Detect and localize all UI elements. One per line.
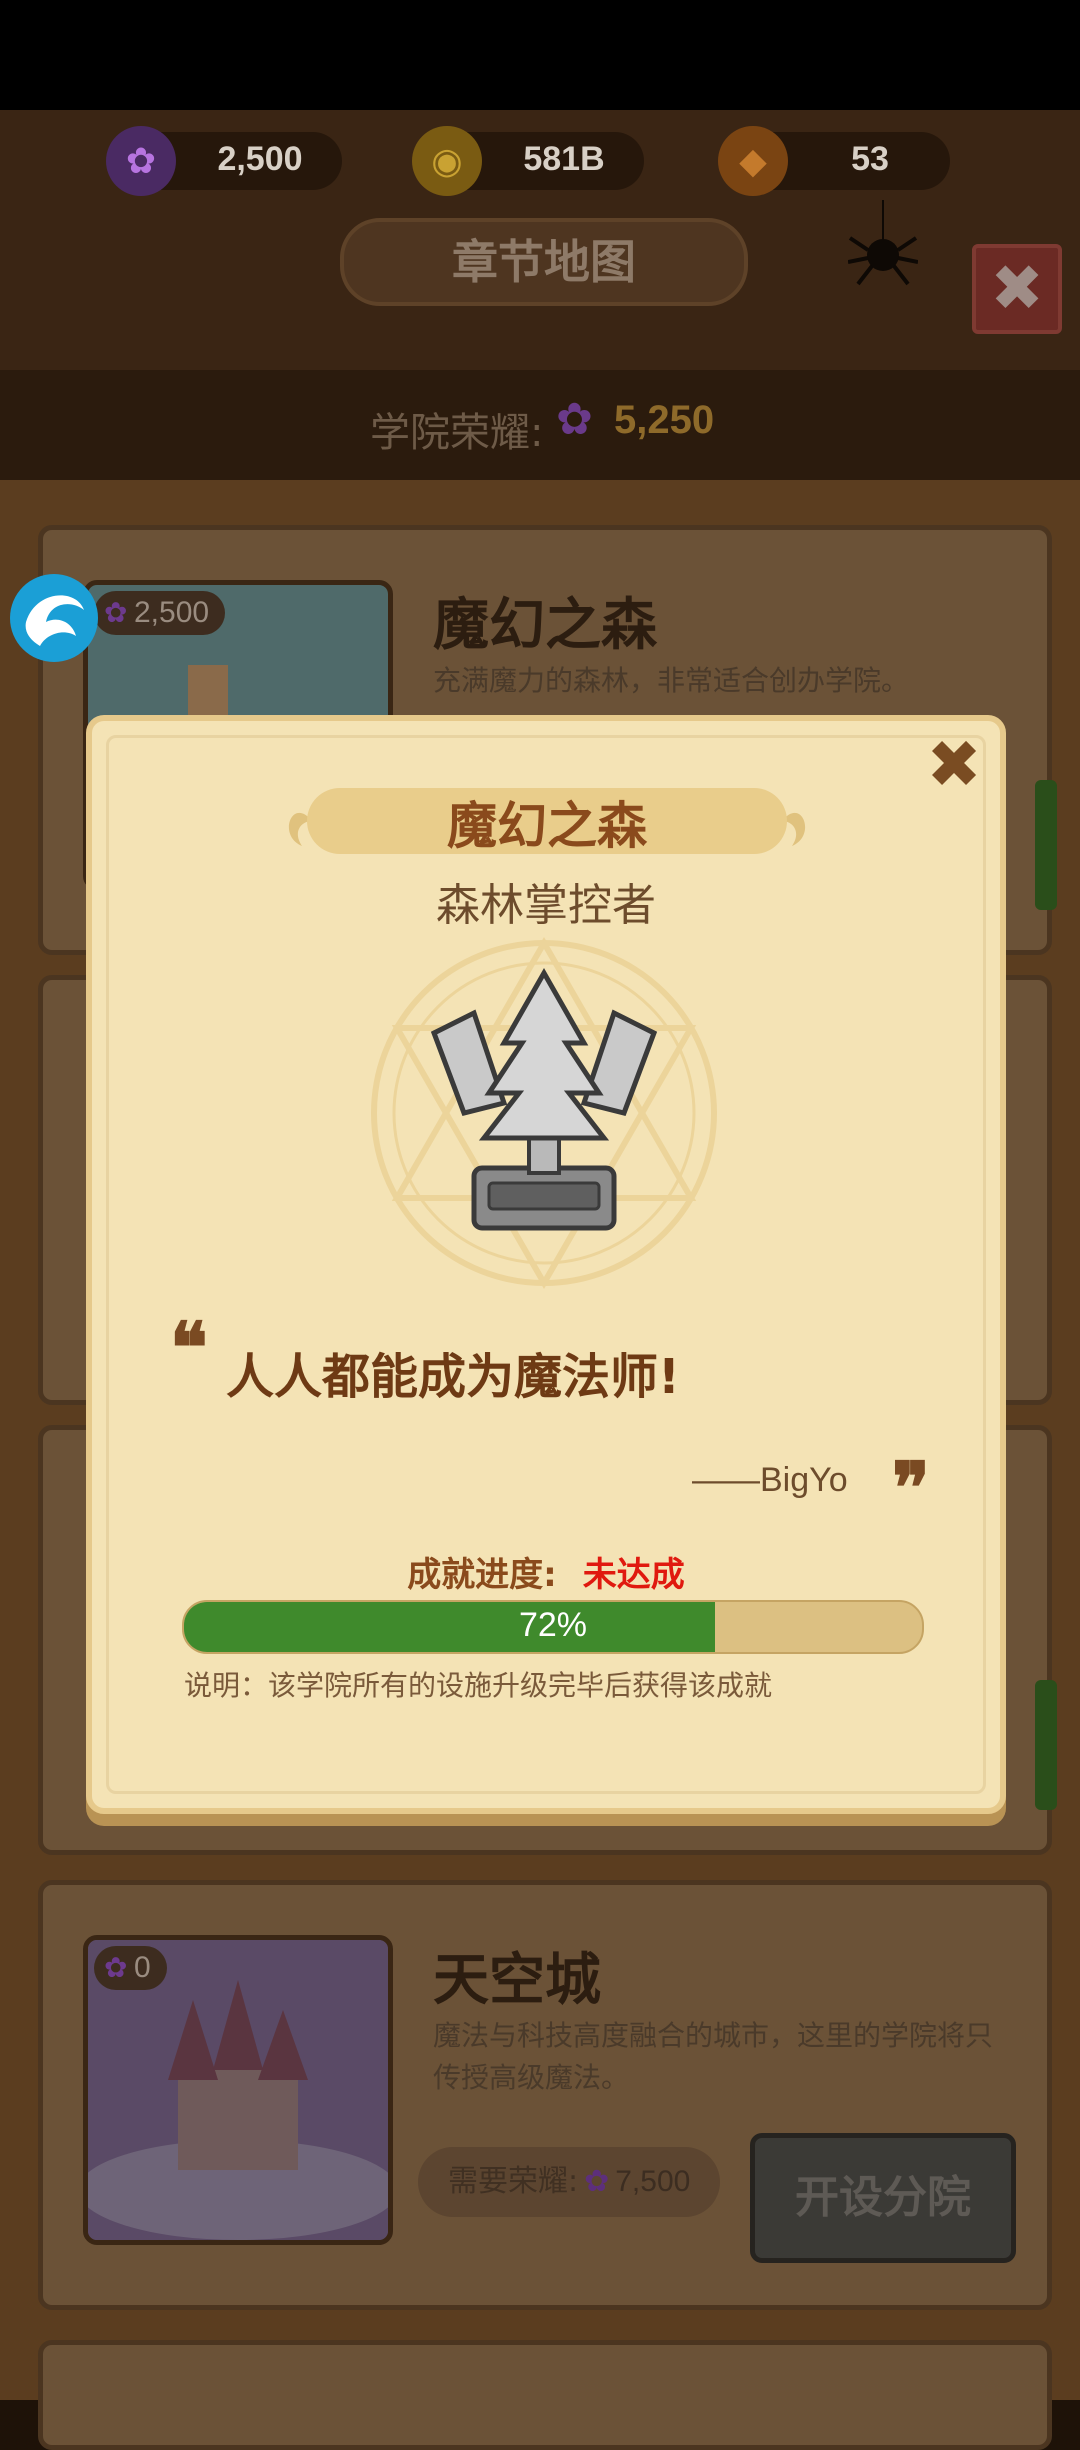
requirement-label: 需要荣耀: [448, 2164, 579, 2199]
close-quote-icon: ❞ [892, 1446, 930, 1529]
gem-count: 53 [851, 140, 889, 178]
close-modal-button[interactable]: ✖ [922, 732, 986, 798]
gold-count: 581B [523, 140, 605, 178]
purple-flower-icon: ✿ [106, 126, 176, 196]
enter-button-edge[interactable] [1035, 1680, 1057, 1810]
close-map-button[interactable]: ✖ [972, 244, 1062, 334]
spider-decoration-icon [847, 200, 919, 290]
progress-bar: 72% [182, 1600, 924, 1654]
chapter-description: 充满魔力的森林，非常适合创办学院。 [433, 664, 910, 697]
achievement-description: 说明：该学院所有的设施升级完毕后获得该成就 [184, 1669, 773, 1702]
cost-tag: ✿ 2,500 [94, 591, 226, 635]
honor-value: 5,250 [614, 398, 715, 442]
flower-currency[interactable]: ✿ 2,500 [106, 126, 342, 196]
chapter-card-sky-city[interactable]: ✿ 0 天空城 魔法与科技高度融合的城市，这里的学院将只传授高级魔法。 需要荣耀:… [38, 1880, 1052, 2310]
requirement-value: 7,500 [615, 2165, 691, 2198]
page-title: 章节地图 [452, 235, 636, 289]
chapter-name: 魔幻之森 [433, 593, 657, 658]
purple-flower-icon: ✿ [104, 1952, 128, 1983]
orange-gem-icon: ◆ [718, 126, 788, 196]
progress-status: 未达成 [582, 1555, 685, 1595]
cost-tag: ✿ 0 [94, 1946, 167, 1990]
achievement-modal: ✖ 魔幻之森 森林掌控者 ❝ 人人都能成为魔法师! ——BigYo ❞ 成就进度… [86, 715, 1006, 1814]
title-ribbon: 魔幻之森 [282, 776, 812, 866]
achievement-motto: 人人都能成为魔法师! [226, 1349, 680, 1405]
flower-count: 2,500 [217, 140, 303, 178]
gold-currency[interactable]: ◉ 581B [412, 126, 644, 196]
floating-app-logo-icon[interactable] [6, 570, 102, 666]
gem-currency[interactable]: ◆ 53 [718, 126, 950, 196]
open-branch-button[interactable]: 开设分院 [750, 2133, 1016, 2263]
open-quote-icon: ❝ [170, 1306, 208, 1389]
progress-label-row: 成就进度: 未达成 [92, 1547, 1000, 1596]
academy-honor-bar: 学院荣耀: ✿ 5,250 [0, 370, 1080, 480]
gold-coin-icon: ◉ [412, 126, 482, 196]
page-title-plate: 章节地图 [340, 218, 748, 306]
status-bar [0, 0, 1080, 110]
top-bar: ✿ 2,500 ◉ 581B ◆ 53 章节地图 ✖ [0, 110, 1080, 370]
chapter-name: 天空城 [433, 1948, 601, 2013]
honor-label: 学院荣耀: [370, 410, 544, 456]
purple-flower-icon: ✿ [584, 2164, 610, 2199]
purple-flower-icon: ✿ [556, 394, 593, 445]
chapter-card-5[interactable] [38, 2340, 1052, 2450]
quote-author: ——BigYo [692, 1461, 848, 1499]
enter-button-edge[interactable] [1035, 780, 1057, 910]
progress-percent: 72% [518, 1606, 588, 1644]
achievement-name: 森林掌控者 [436, 880, 656, 931]
sky-city-thumbnail: ✿ 0 [83, 1935, 393, 2245]
chapter-description: 魔法与科技高度融合的城市，这里的学院将只传授高级魔法。 [433, 2019, 994, 2094]
modal-title: 魔幻之森 [447, 797, 647, 855]
purple-flower-icon: ✿ [104, 597, 128, 628]
progress-label: 成就进度: [407, 1555, 557, 1595]
honor-requirement: 需要荣耀: ✿ 7,500 [418, 2147, 721, 2217]
silver-trophy-icon [354, 933, 734, 1313]
